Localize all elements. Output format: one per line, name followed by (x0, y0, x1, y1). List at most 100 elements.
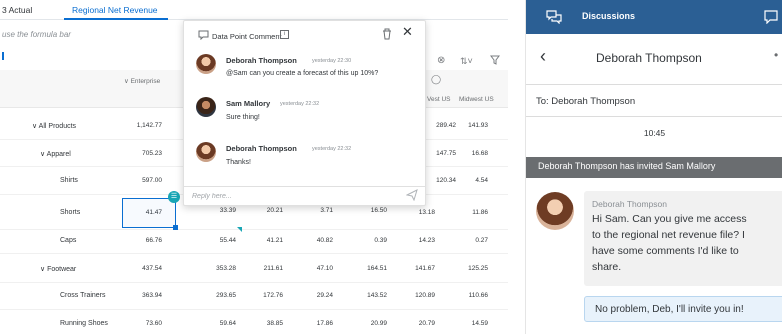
table-cell[interactable]: 4.54 (448, 177, 488, 184)
message-bubble: Deborah Thompson Hi Sam. Can you give me… (584, 191, 782, 286)
table-cell[interactable]: 3.71 (293, 207, 333, 214)
send-icon[interactable] (406, 189, 418, 201)
table-cell[interactable]: 143.52 (347, 292, 387, 299)
table-cell[interactable]: 33.39 (196, 207, 236, 214)
avatar (196, 142, 216, 162)
comment-author: Deborah Thompson (226, 56, 297, 65)
avatar (196, 97, 216, 117)
chat-icon[interactable] (764, 10, 778, 24)
table-cell[interactable]: 47.10 (293, 265, 333, 272)
table-cell[interactable]: 59.64 (196, 320, 236, 327)
table-cell[interactable]: 0.39 (347, 237, 387, 244)
invite-banner: Deborah Thompson has invited Sam Mallory (526, 157, 782, 178)
comment-indicator-icon[interactable]: ☰ (168, 191, 180, 203)
row-label-caps[interactable]: Caps (60, 237, 76, 244)
message-author: Deborah Thompson (592, 199, 667, 209)
reply-text: No problem, Deb, I'll invite you in! (595, 304, 744, 315)
column-header-midwest-us[interactable]: Midwest US (459, 96, 494, 103)
row-label-apparel[interactable]: ∨ Apparel (40, 150, 71, 158)
reply-bubble: No problem, Deb, I'll invite you in! (584, 296, 782, 322)
filter-icon[interactable] (490, 55, 500, 68)
fill-handle[interactable] (173, 225, 178, 230)
tab-actual[interactable]: 3 Actual (2, 5, 32, 15)
table-cell[interactable]: 353.28 (196, 265, 236, 272)
sheet-tabbar: 3 Actual Regional Net Revenue (0, 0, 508, 20)
table-cell[interactable]: 14.23 (395, 237, 435, 244)
column-header-west-us[interactable]: Vest US (427, 96, 450, 103)
discussion-icon[interactable] (546, 10, 562, 24)
table-cell[interactable]: 16.68 (448, 150, 488, 157)
formula-bar-hint[interactable]: use the formula bar (2, 30, 71, 39)
message-line: share. (592, 261, 622, 273)
table-cell[interactable]: 20.79 (395, 320, 435, 327)
discussions-header: Discussions (526, 0, 782, 34)
column-header-enterprise[interactable]: ∨ Enterprise (124, 77, 160, 85)
table-cell[interactable]: 141.67 (395, 265, 435, 272)
table-cell[interactable]: 211.61 (243, 265, 283, 272)
table-cell[interactable]: 20.21 (243, 207, 283, 214)
info-icon[interactable]: i (280, 30, 289, 39)
recipient-line: To: Deborah Thompson (536, 96, 636, 107)
table-cell[interactable]: 110.66 (448, 292, 488, 299)
row-label-all-products[interactable]: ∨ All Products (32, 122, 76, 130)
trash-icon[interactable] (382, 28, 392, 40)
message-line: Hi Sam. Can you give me access (592, 213, 747, 225)
table-cell[interactable]: 597.00 (122, 177, 162, 184)
row-divider (0, 229, 508, 230)
table-cell[interactable]: 17.86 (293, 320, 333, 327)
table-cell[interactable]: 0.27 (448, 237, 488, 244)
table-cell[interactable]: 705.23 (122, 150, 162, 157)
close-icon[interactable]: ✕ (402, 25, 413, 39)
table-cell[interactable]: 13.18 (395, 209, 435, 216)
tab-regional-net-revenue[interactable]: Regional Net Revenue (72, 5, 158, 15)
table-cell[interactable]: 73.60 (122, 320, 162, 327)
table-cell[interactable]: 40.82 (293, 237, 333, 244)
table-cell[interactable]: 55.44 (196, 237, 236, 244)
table-cell[interactable]: 14.59 (448, 320, 488, 327)
table-cell[interactable]: 29.24 (293, 292, 333, 299)
comment-icon (198, 30, 209, 40)
table-cell[interactable]: 437.54 (122, 265, 162, 272)
discussions-title: Discussions (582, 11, 636, 21)
comment-text: Thanks! (226, 159, 251, 166)
row-label-shorts[interactable]: Shorts (60, 209, 80, 216)
table-cell[interactable]: 293.65 (196, 292, 236, 299)
sort-icon[interactable]: ⇅˅ (460, 56, 473, 66)
table-cell[interactable]: 363.94 (122, 292, 162, 299)
text-cursor (2, 52, 4, 60)
invite-banner-text: Deborah Thompson has invited Sam Mallory (538, 161, 716, 171)
comment-corner-flag (237, 227, 242, 232)
contact-name: Deborah Thompson (596, 51, 702, 65)
table-cell[interactable]: 141.93 (448, 122, 488, 129)
table-cell[interactable]: 41.21 (243, 237, 283, 244)
back-icon[interactable]: ‹ (540, 47, 546, 65)
row-label-cross-trainers[interactable]: Cross Trainers (60, 292, 106, 299)
message-time: 10:45 (643, 128, 666, 138)
table-cell[interactable]: 164.51 (347, 265, 387, 272)
row-label-footwear[interactable]: ∨ Footwear (40, 265, 76, 273)
table-cell[interactable]: 11.86 (448, 209, 488, 216)
table-cell[interactable]: 120.89 (395, 292, 435, 299)
row-label-shirts[interactable]: Shirts (60, 177, 78, 184)
row-divider (0, 253, 508, 254)
comment-text: @Sam can you create a forecast of this u… (226, 70, 379, 77)
selected-cell[interactable] (122, 198, 176, 228)
table-cell[interactable]: 172.76 (243, 292, 283, 299)
table-cell[interactable]: 16.50 (347, 207, 387, 214)
remove-icon[interactable]: ⊗ (437, 56, 445, 66)
reply-input[interactable] (192, 189, 392, 203)
table-cell[interactable]: 20.99 (347, 320, 387, 327)
message-line: to the regional net revenue file? I (592, 229, 745, 241)
comment-timestamp: yesterday 22:32 (312, 146, 352, 152)
comment-icon[interactable]: ◯ (431, 74, 441, 84)
table-cell[interactable]: 38.85 (243, 320, 283, 327)
data-point-comment-popover: Data Point Comment i ✕ Deborah Thompson … (183, 20, 426, 206)
table-cell[interactable]: 66.76 (122, 237, 162, 244)
table-cell[interactable]: 125.25 (448, 265, 488, 272)
more-options-icon[interactable]: • (774, 48, 778, 62)
popover-title: Data Point Comment (212, 32, 282, 41)
row-divider (0, 309, 508, 310)
table-cell[interactable]: 1,142.77 (122, 122, 162, 129)
row-label-running-shoes[interactable]: Running Shoes (60, 320, 108, 327)
recipient-divider (526, 116, 782, 117)
